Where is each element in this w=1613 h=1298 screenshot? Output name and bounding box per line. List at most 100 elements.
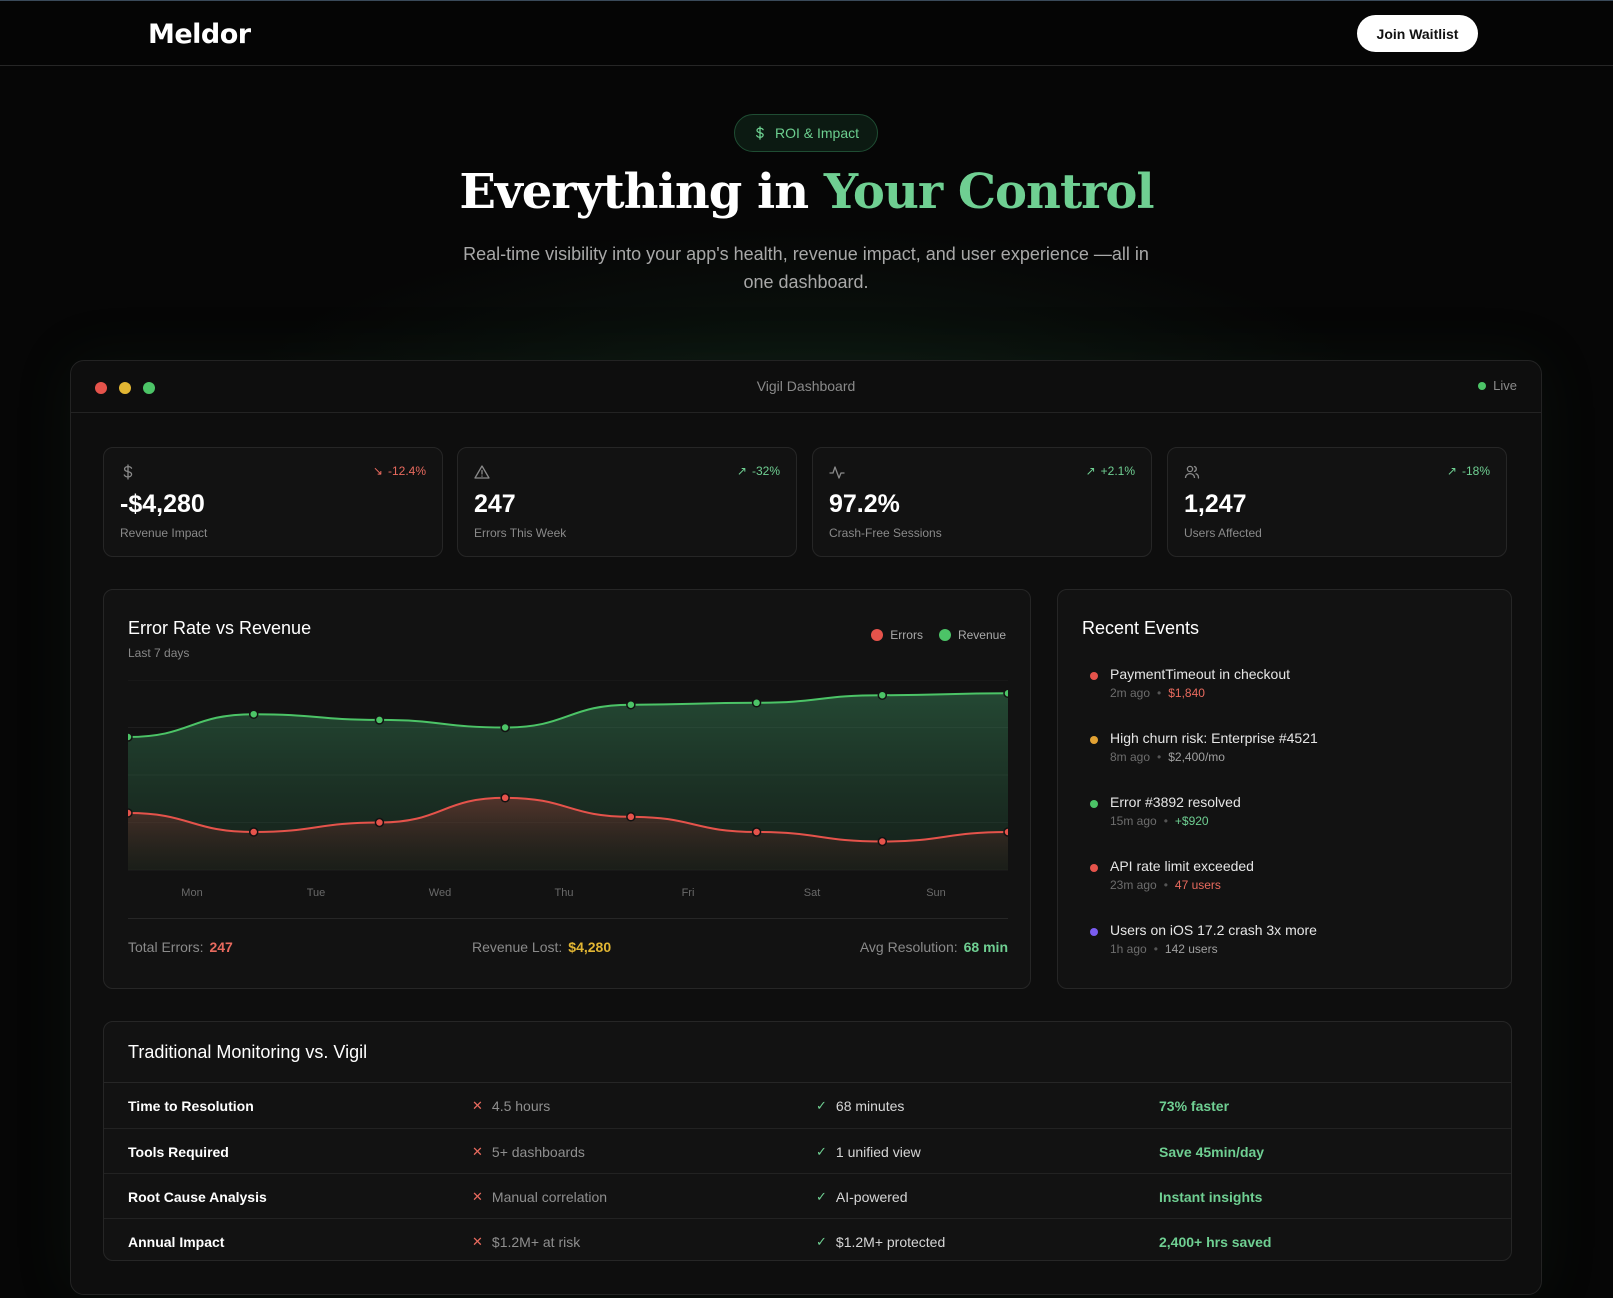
data-point-revenue[interactable] [374, 715, 385, 725]
x-tick-label: Sat [804, 887, 821, 899]
dollar-icon [756, 126, 764, 140]
metric-name: Time to Resolution [128, 1098, 254, 1114]
stat-card-users-affected[interactable]: ↗ -18% 1,247 Users Affected [1167, 447, 1507, 557]
roi-badge: ROI & Impact [734, 114, 878, 152]
separator-dot: • [1163, 814, 1168, 828]
event-item[interactable]: Error #3892 resolved 15m ago • +$920 [1082, 794, 1492, 834]
data-point-errors[interactable] [751, 827, 762, 837]
x-tick-label: Sun [926, 887, 946, 899]
logo[interactable]: Meldor [148, 19, 251, 50]
event-title: API rate limit exceeded [1110, 858, 1254, 874]
x-tick-label: Tue [307, 887, 326, 899]
chart-panel: Error Rate vs Revenue Last 7 days Errors… [103, 589, 1031, 989]
legend-swatch [938, 629, 951, 641]
benefit-value: 73% faster [1159, 1098, 1230, 1114]
event-status-dot [1090, 672, 1098, 680]
benefit-value: Save 45min/day [1159, 1144, 1265, 1160]
data-point-revenue[interactable] [128, 732, 133, 742]
event-title: High churn risk: Enterprise #4521 [1110, 730, 1318, 746]
event-detail: +$920 [1174, 814, 1209, 828]
data-point-errors[interactable] [128, 808, 133, 818]
legend-revenue[interactable]: Revenue [938, 628, 1006, 642]
event-status-dot [1090, 736, 1098, 744]
hero-title-lead: Everything in [459, 164, 824, 220]
stat-card-crash-free[interactable]: ↗ +2.1% 97.2% Crash-Free Sessions [812, 447, 1152, 557]
stat-change: ↗ -32% [736, 464, 780, 478]
comparison-title: Traditional Monitoring vs. Vigil [128, 1042, 368, 1062]
check-icon: ✓ [816, 1234, 827, 1249]
event-item[interactable]: PaymentTimeout in checkout 2m ago • $1,840 [1082, 666, 1492, 706]
benefit-value: Instant insights [1159, 1189, 1263, 1205]
event-meta: 1h ago • 142 users [1110, 942, 1218, 956]
stat-label: Users Affected [1184, 526, 1262, 540]
arrow-down-right-icon: ↘ [372, 464, 383, 478]
dashboard-window: Vigil Dashboard Live ↘ -12.4% -$4,280 Rev… [70, 360, 1542, 1295]
data-point-errors[interactable] [626, 812, 636, 822]
arrow-up-right-icon: ↗ [1085, 464, 1096, 478]
event-detail: $2,400/mo [1168, 750, 1225, 764]
data-point-revenue[interactable] [500, 722, 510, 733]
top-nav: Meldor Join Waitlist [0, 1, 1613, 66]
roi-badge-label: ROI & Impact [774, 125, 860, 141]
total-errors-stat: Total Errors: 247 [128, 939, 233, 955]
legend-swatch [871, 629, 884, 641]
check-icon: ✓ [816, 1144, 827, 1159]
hero-title: Everything in Your Control [0, 164, 1613, 220]
event-title: Users on iOS 17.2 crash 3x more [1110, 922, 1317, 938]
metric-name: Root Cause Analysis [128, 1189, 267, 1205]
metric-name: Tools Required [128, 1144, 229, 1160]
traditional-value: ✕ Manual correlation [472, 1189, 608, 1205]
x-icon: ✕ [472, 1098, 483, 1113]
x-tick-label: Thu [555, 887, 574, 899]
chart-legend: Errors Revenue [871, 628, 1006, 642]
data-point-revenue[interactable] [877, 690, 888, 700]
data-point-revenue[interactable] [626, 699, 636, 710]
event-title: PaymentTimeout in checkout [1110, 666, 1291, 682]
comparison-table: Traditional Monitoring vs. Vigil Time to… [103, 1021, 1512, 1261]
data-point-errors[interactable] [374, 817, 385, 828]
benefit-value: 2,400+ hrs saved [1159, 1234, 1272, 1250]
event-item[interactable]: Users on iOS 17.2 crash 3x more 1h ago • 14… [1082, 922, 1492, 962]
event-meta: 15m ago • +$920 [1110, 814, 1209, 828]
arrow-up-right-icon: ↗ [736, 464, 747, 478]
hero-title-accent: Your Control [823, 164, 1155, 220]
stat-change: ↗ -18% [1446, 464, 1490, 478]
event-time: 2m ago [1110, 686, 1151, 700]
data-point-errors[interactable] [500, 793, 510, 803]
users-icon [1184, 465, 1200, 479]
stat-card-revenue-impact[interactable]: ↘ -12.4% -$4,280 Revenue Impact [103, 447, 443, 557]
vigil-value: ✓ AI-powered [816, 1189, 908, 1205]
data-point-revenue[interactable] [1003, 688, 1008, 699]
stat-label: Errors This Week [474, 526, 567, 540]
event-item[interactable]: API rate limit exceeded 23m ago • 47 users [1082, 858, 1492, 898]
error-revenue-chart[interactable]: Mon Tue Wed Thu Fri Sat Sun [128, 680, 1008, 910]
data-point-errors[interactable] [1003, 827, 1008, 837]
data-point-errors[interactable] [877, 836, 888, 847]
data-point-revenue[interactable] [751, 698, 762, 708]
x-icon: ✕ [472, 1234, 483, 1249]
recent-events-panel: Recent Events PaymentTimeout in checkout… [1057, 589, 1512, 989]
hero-subtitle: Real-time visibility into your app's hea… [463, 244, 1149, 292]
window-titlebar: Vigil Dashboard Live [71, 361, 1541, 413]
data-point-revenue[interactable] [248, 709, 259, 719]
event-meta: 2m ago • $1,840 [1110, 686, 1205, 700]
event-item[interactable]: High churn risk: Enterprise #4521 8m ago •… [1082, 730, 1492, 770]
chart-subtitle: Last 7 days [128, 646, 190, 660]
join-waitlist-button[interactable]: Join Waitlist [1357, 15, 1478, 52]
event-time: 1h ago [1110, 942, 1147, 956]
legend-errors[interactable]: Errors [871, 628, 923, 642]
comparison-row: Root Cause Analysis ✕ Manual correlation ✓ A… [104, 1173, 1511, 1218]
event-status-dot [1090, 928, 1098, 936]
event-time: 8m ago [1110, 750, 1151, 764]
chart-footer: Total Errors: 247 Revenue Lost: $4,280 Avg… [128, 918, 1008, 968]
event-status-dot [1090, 864, 1098, 872]
stat-card-errors[interactable]: ↗ -32% 247 Errors This Week [457, 447, 797, 557]
check-icon: ✓ [816, 1189, 827, 1204]
dollar-icon [123, 464, 133, 480]
metric-name: Annual Impact [128, 1234, 225, 1250]
warning-icon [474, 465, 490, 479]
stat-change: ↘ -12.4% [372, 464, 426, 478]
separator-dot: • [1153, 942, 1158, 956]
data-point-errors[interactable] [248, 827, 259, 837]
window-title: Vigil Dashboard [756, 378, 856, 394]
